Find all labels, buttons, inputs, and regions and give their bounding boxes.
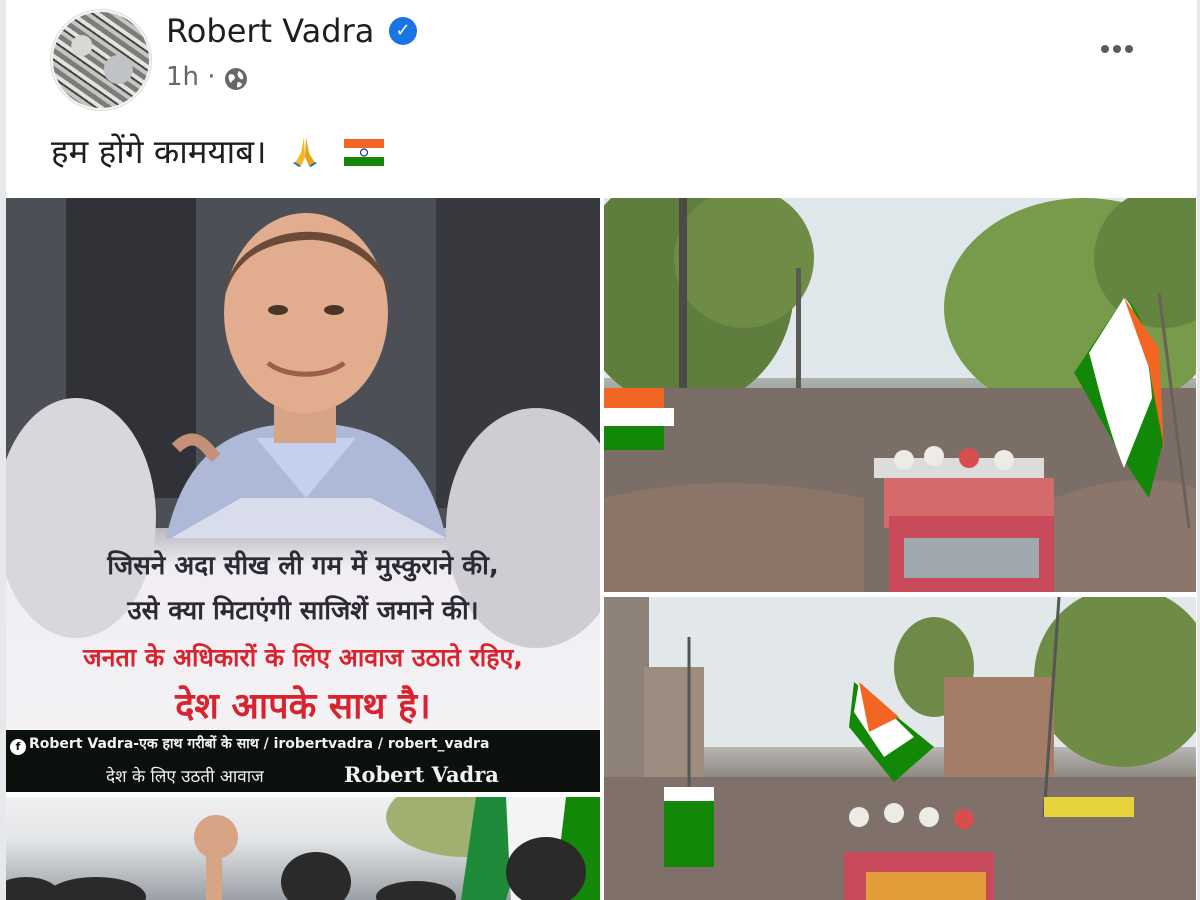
- rally-photo: [6, 797, 600, 900]
- poster-line-1: जिसने अदा सीख ली गम में मुस्कुराने की,: [107, 551, 499, 581]
- poster-social-line: f Robert Vadra-एक हाथ गरीबों के साथ / iro…: [10, 734, 489, 755]
- poster-line-3: जनता के अधिकारों के लिए आवाज उठाते रहिए,: [83, 643, 523, 672]
- poster-line-4: देश आपके साथ है।: [175, 686, 431, 727]
- india-flag-icon: [343, 139, 384, 166]
- author-name[interactable]: Robert Vadra: [166, 12, 374, 50]
- poster-signature: Robert Vadra: [344, 762, 499, 787]
- post-meta: 1h ·: [166, 62, 216, 92]
- globe-icon[interactable]: [223, 66, 249, 92]
- poster-footer-bar: f Robert Vadra-एक हाथ गरीबों के साथ / iro…: [6, 730, 600, 792]
- poster-line-2: उसे क्या मिटाएंगी साजिशें जमाने की।: [127, 596, 479, 626]
- post-time[interactable]: 1h: [166, 62, 199, 92]
- folded-hands-icon: [293, 137, 318, 167]
- roadshow-photo-1: [604, 198, 1196, 592]
- poster-tagline: देश के लिए उठती आवाज: [106, 767, 264, 787]
- verified-badge-icon: ✓: [389, 17, 417, 45]
- post-message: हम होंगे कामयाब।: [51, 132, 267, 171]
- roadshow-photo-2: [604, 597, 1196, 900]
- facebook-icon: f: [10, 739, 26, 755]
- more-options-icon[interactable]: [1101, 38, 1145, 66]
- post-image-roadshow-2[interactable]: [604, 597, 1196, 900]
- poster-social-text: Robert Vadra-एक हाथ गरीबों के साथ / irob…: [29, 736, 490, 752]
- post-image-roadshow-1[interactable]: [604, 198, 1196, 592]
- profile-avatar[interactable]: [51, 10, 151, 110]
- post-image-rally[interactable]: [6, 797, 600, 900]
- meta-separator: ·: [207, 62, 216, 92]
- post-text: हम होंगे कामयाब।: [51, 128, 384, 173]
- post-image-poster[interactable]: जिसने अदा सीख ली गम में मुस्कुराने की, उ…: [6, 198, 600, 792]
